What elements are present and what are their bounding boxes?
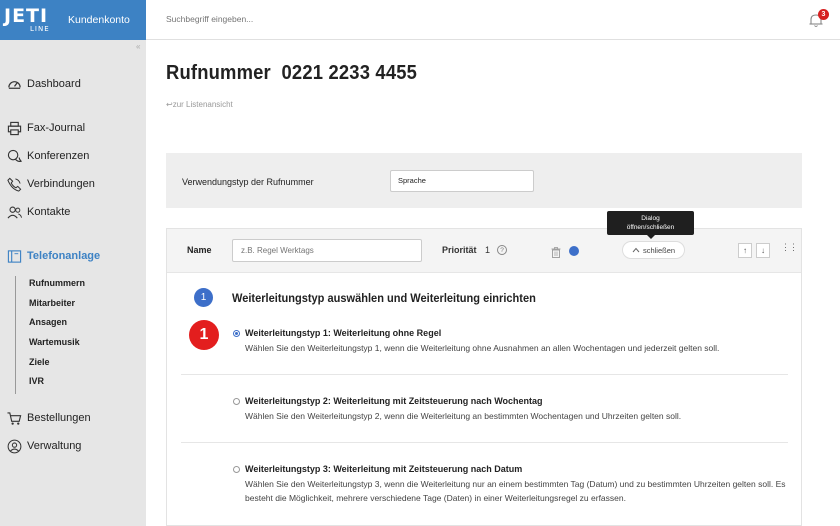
sidebar-item-fax-journal[interactable]: Fax-Journal: [6, 119, 85, 137]
sidebar-item-label: Bestellungen: [27, 412, 91, 424]
sidebar-item-label: Telefonanlage: [27, 250, 101, 262]
tooltip-line: öffnen/schließen: [626, 224, 675, 231]
contacts-icon: [6, 204, 22, 220]
subnav-item-ivr[interactable]: IVR: [16, 374, 125, 394]
subnav-item-wartemusik[interactable]: Wartemusik: [16, 335, 125, 355]
option-title: Weiterleitungstyp 2: Weiterleitung mit Z…: [245, 396, 543, 406]
tooltip: Dialog öffnen/schließen: [607, 211, 694, 239]
phone-icon: [6, 176, 22, 192]
option-title: Weiterleitungstyp 3: Weiterleitung mit Z…: [245, 464, 523, 474]
option-title: Weiterleitungstyp 1: Weiterleitung ohne …: [245, 328, 442, 338]
tooltip-line: Dialog: [641, 214, 660, 222]
toggle-dialog-label: schließen: [642, 245, 676, 255]
sidebar-item-verwaltung[interactable]: Verwaltung: [6, 437, 81, 455]
cart-icon: [6, 410, 22, 426]
logo: JETI: [4, 5, 49, 27]
option-description: Wählen Sie den Weiterleitungstyp 1, wenn…: [245, 343, 720, 353]
top-bar: 3: [146, 0, 840, 40]
sidebar-item-label: Fax-Journal: [27, 122, 86, 134]
sidebar-item-kontakte[interactable]: Kontakte: [6, 203, 70, 221]
search-input[interactable]: [164, 13, 464, 25]
divider: [181, 442, 788, 443]
back-link-label: zur Listenansicht: [172, 100, 233, 109]
trash-icon[interactable]: [551, 245, 561, 263]
phone-system-icon: [6, 248, 22, 264]
priority-value: 1: [485, 245, 491, 255]
radio-option-3[interactable]: [233, 466, 240, 473]
forwarding-option-2[interactable]: Weiterleitungstyp 2: Weiterleitung mit Z…: [233, 396, 793, 436]
forwarding-option-1[interactable]: Weiterleitungstyp 1: Weiterleitung ohne …: [233, 328, 793, 368]
sidebar-item-bestellungen[interactable]: Bestellungen: [6, 409, 91, 427]
move-down-button[interactable]: ↓: [756, 243, 770, 258]
usage-type-panel: Verwendungstyp der Rufnummer Sprache: [166, 153, 802, 208]
subnav-item-rufnummern[interactable]: Rufnummern: [16, 276, 125, 296]
back-link[interactable]: ↩zur Listenansicht: [166, 100, 233, 109]
telefonanlage-subnav: Rufnummern Mitarbeiter Ansagen Wartemusi…: [15, 276, 125, 395]
radio-option-1[interactable]: [233, 330, 240, 337]
usage-type-label: Verwendungstyp der Rufnummer: [182, 177, 314, 187]
option-description: Wählen Sie den Weiterleitungstyp 3, wenn…: [245, 479, 786, 503]
arrow-up-icon: ↑: [743, 246, 747, 255]
sidebar-item-label: Kontakte: [27, 206, 71, 218]
dashboard-icon: [6, 76, 22, 92]
chevron-up-icon: [632, 246, 640, 255]
toggle-dialog-button[interactable]: schließen: [622, 241, 685, 259]
sidebar-item-telefonanlage[interactable]: Telefonanlage: [6, 247, 100, 265]
drag-handle-icon[interactable]: ⋮⋮: [781, 243, 798, 252]
rule-name-input[interactable]: [232, 239, 422, 262]
page-title: Rufnummer 0221 2233 4455: [166, 62, 418, 84]
priority-label: Priorität: [442, 245, 477, 255]
rule-status-dot[interactable]: [569, 246, 579, 256]
help-icon[interactable]: ?: [497, 245, 507, 255]
sidebar-item-verbindungen[interactable]: Verbindungen: [6, 175, 95, 193]
rule-name-label: Name: [187, 245, 212, 255]
sidebar-item-label: Verwaltung: [27, 440, 82, 452]
sidebar-item-label: Dashboard: [27, 78, 81, 90]
logo-subtitle: LINE: [30, 25, 50, 33]
section-title: Weiterleitungstyp auswählen und Weiterle…: [232, 291, 536, 305]
printer-icon: [6, 120, 22, 136]
sidebar-item-dashboard[interactable]: Dashboard: [6, 75, 81, 93]
sidebar-item-konferenzen[interactable]: Konferenzen: [6, 147, 89, 165]
subnav-item-ansagen[interactable]: Ansagen: [16, 315, 125, 335]
back-arrow-icon: ↩: [166, 100, 173, 109]
account-label: Kundenkonto: [68, 14, 130, 26]
move-up-button[interactable]: ↑: [738, 243, 752, 258]
forwarding-option-3[interactable]: Weiterleitungstyp 3: Weiterleitung mit Z…: [233, 464, 793, 519]
radio-option-2[interactable]: [233, 398, 240, 405]
subnav-item-ziele[interactable]: Ziele: [16, 355, 125, 375]
forwarding-rule-panel: Name Priorität 1 ? schließen ↑ ↓ ⋮⋮ 1 We…: [166, 228, 802, 526]
sidebar-item-label: Verbindungen: [27, 178, 95, 190]
collapse-sidebar-icon[interactable]: «: [136, 42, 140, 51]
user-icon: [6, 438, 22, 454]
sidebar-item-label: Konferenzen: [27, 150, 90, 162]
logo-bar[interactable]: JETI LINE Kundenkonto: [0, 0, 146, 40]
chat-icon: [6, 148, 22, 164]
divider: [181, 374, 788, 375]
arrow-down-icon: ↓: [761, 246, 765, 255]
subnav-item-mitarbeiter[interactable]: Mitarbeiter: [16, 296, 125, 316]
sidebar: JETI LINE Kundenkonto « Dashboard Fax-Jo…: [0, 0, 146, 526]
highlight-badge: 1: [189, 320, 219, 350]
step-number: 1: [194, 288, 213, 307]
notification-badge: 3: [818, 9, 829, 20]
option-description: Wählen Sie den Weiterleitungstyp 2, wenn…: [245, 411, 682, 421]
usage-type-select[interactable]: Sprache: [390, 170, 534, 192]
rule-header: Name Priorität 1 ? schließen ↑ ↓ ⋮⋮: [167, 229, 801, 273]
